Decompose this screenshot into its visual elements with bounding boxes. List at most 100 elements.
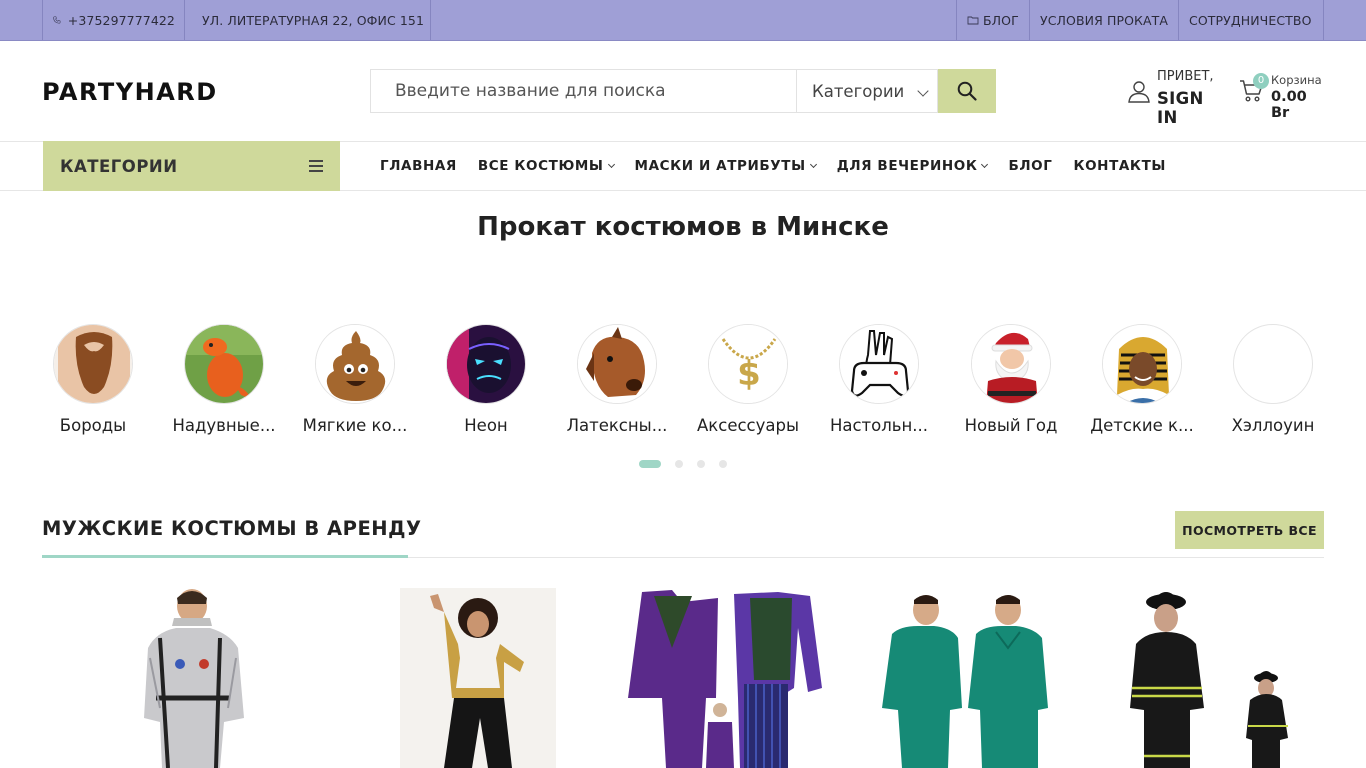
category-item-neon[interactable]: Неон bbox=[426, 324, 546, 435]
category-image bbox=[577, 324, 657, 404]
nav-item-label: ДЛЯ ВЕЧЕРИНОК bbox=[836, 158, 978, 174]
neon-mask-icon bbox=[447, 325, 525, 403]
horse-mask-icon bbox=[578, 325, 656, 403]
nav-item-label: ВСЕ КОСТЮМЫ bbox=[477, 158, 604, 174]
hamburger-icon bbox=[309, 160, 323, 172]
account-link[interactable]: ПРИВЕТ, SIGN IN bbox=[1127, 68, 1227, 127]
search-category-select[interactable]: Категории bbox=[796, 69, 938, 113]
dollar-chain-icon: $ bbox=[709, 325, 787, 403]
top-link-label: СОТРУДНИЧЕСТВО bbox=[1189, 12, 1312, 28]
nav-item-label: МАСКИ И АТРИБУТЫ bbox=[634, 158, 806, 174]
product-card-disco[interactable] bbox=[400, 588, 556, 768]
category-name: Хэллоуин bbox=[1231, 416, 1315, 435]
category-name: Мягкие ко... bbox=[302, 416, 408, 435]
search-category-value: Категории bbox=[812, 81, 905, 101]
top-link-blog[interactable]: БЛОГ bbox=[957, 0, 1030, 40]
astronaut-costume-image bbox=[144, 589, 244, 768]
category-name: Настольн... bbox=[829, 416, 929, 435]
category-name: Новый Год bbox=[964, 416, 1058, 435]
top-link-cooperation[interactable]: СОТРУДНИЧЕСТВО bbox=[1179, 0, 1324, 40]
categories-menu-button[interactable]: КАТЕГОРИИ bbox=[43, 141, 340, 191]
category-name: Аксессуары bbox=[697, 416, 799, 435]
page-title: Прокат костюмов в Минске bbox=[477, 212, 889, 242]
search-field bbox=[370, 69, 797, 113]
cart-link[interactable]: 0 Корзина 0.00 Br bbox=[1239, 70, 1329, 121]
santa-icon bbox=[972, 325, 1050, 403]
carousel-dot[interactable] bbox=[697, 460, 705, 468]
carousel-dot[interactable] bbox=[719, 460, 727, 468]
product-card-surgeon[interactable] bbox=[878, 588, 1052, 768]
top-link-rental-terms[interactable]: УСЛОВИЯ ПРОКАТА bbox=[1030, 0, 1179, 40]
divider bbox=[1323, 0, 1324, 40]
product-card-astronaut[interactable] bbox=[120, 588, 270, 768]
user-icon bbox=[1128, 81, 1150, 103]
category-item-beards[interactable]: Бороды bbox=[33, 324, 153, 435]
category-item-latex[interactable]: Латексны... bbox=[557, 324, 677, 435]
beard-icon bbox=[54, 325, 132, 403]
folder-icon bbox=[967, 16, 979, 25]
view-all-button[interactable]: ПОСМОТРЕТЬ ВСЕ bbox=[1175, 511, 1324, 549]
category-name: Надувные... bbox=[172, 416, 276, 435]
category-item-new-year[interactable]: Новый Год bbox=[951, 324, 1071, 435]
disco-costume-image bbox=[400, 588, 556, 768]
cart-label: Корзина bbox=[1271, 73, 1322, 87]
carousel-dot-active[interactable] bbox=[639, 460, 661, 468]
category-item-halloween[interactable]: Хэллоуин bbox=[1213, 324, 1333, 435]
category-item-accessories[interactable]: $ Аксессуары bbox=[688, 324, 808, 435]
search-button[interactable] bbox=[938, 69, 996, 113]
search-input[interactable] bbox=[371, 70, 797, 112]
phone-text: +375297777422 bbox=[67, 12, 175, 28]
section-title-underline bbox=[42, 555, 408, 558]
category-name: Бороды bbox=[59, 416, 127, 435]
top-link-label: УСЛОВИЯ ПРОКАТА bbox=[1040, 12, 1169, 28]
category-image bbox=[315, 324, 395, 404]
product-card-firefighter[interactable] bbox=[1124, 588, 1314, 768]
account-greeting: ПРИВЕТ, bbox=[1157, 69, 1214, 84]
carousel-dot[interactable] bbox=[675, 460, 683, 468]
surgeon-gown-costume-image bbox=[882, 595, 1048, 768]
nav-item-all-costumes[interactable]: ВСЕ КОСТЮМЫ bbox=[477, 158, 615, 174]
phone-link[interactable]: +375297777422 bbox=[43, 0, 185, 40]
search-icon bbox=[957, 81, 977, 101]
category-image bbox=[1233, 324, 1313, 404]
category-image bbox=[1102, 324, 1182, 404]
category-item-inflatable[interactable]: Надувные... bbox=[164, 324, 284, 435]
category-image bbox=[971, 324, 1051, 404]
category-name: Латексны... bbox=[566, 416, 668, 435]
nav-item-home[interactable]: ГЛАВНАЯ bbox=[380, 158, 457, 174]
site-logo[interactable]: PARTYHARD bbox=[42, 78, 218, 106]
address-link[interactable]: УЛ. ЛИТЕРАТУРНАЯ 22, ОФИС 151 bbox=[185, 0, 431, 40]
nav-item-label: КОНТАКТЫ bbox=[1073, 158, 1166, 174]
inflatable-dino-icon bbox=[185, 325, 263, 403]
firefighter-costume-image bbox=[1130, 592, 1288, 768]
category-image bbox=[839, 324, 919, 404]
gamepad-hand-icon bbox=[840, 325, 918, 403]
nav-item-label: ГЛАВНАЯ bbox=[380, 158, 457, 174]
chevron-down-icon bbox=[981, 160, 989, 169]
category-image bbox=[184, 324, 264, 404]
nav-item-party[interactable]: ДЛЯ ВЕЧЕРИНОК bbox=[836, 158, 989, 174]
poop-costume-icon bbox=[316, 325, 394, 403]
product-card-joker[interactable] bbox=[622, 588, 824, 768]
category-item-board-games[interactable]: Настольн... bbox=[819, 324, 939, 435]
category-name: Детские к... bbox=[1090, 416, 1194, 435]
category-image bbox=[53, 324, 133, 404]
cart-total: 0.00 Br bbox=[1271, 89, 1307, 121]
main-nav: ГЛАВНАЯ ВСЕ КОСТЮМЫ МАСКИ И АТРИБУТЫ ДЛЯ… bbox=[380, 141, 1187, 191]
nav-item-contacts[interactable]: КОНТАКТЫ bbox=[1073, 158, 1166, 174]
top-link-label: БЛОГ bbox=[983, 12, 1019, 28]
category-name: Неон bbox=[464, 416, 508, 435]
chevron-down-icon bbox=[809, 160, 817, 169]
svg-text:$: $ bbox=[737, 354, 761, 394]
joker-costume-image bbox=[628, 590, 822, 768]
nav-item-masks[interactable]: МАСКИ И АТРИБУТЫ bbox=[634, 158, 817, 174]
category-image bbox=[446, 324, 526, 404]
nav-item-blog[interactable]: БЛОГ bbox=[1008, 158, 1052, 174]
chevron-down-icon bbox=[917, 85, 929, 97]
nav-item-label: БЛОГ bbox=[1008, 158, 1053, 174]
category-item-kids[interactable]: Детские к... bbox=[1082, 324, 1202, 435]
pharaoh-kid-icon bbox=[1103, 325, 1181, 403]
category-item-soft-costumes[interactable]: Мягкие ко... bbox=[295, 324, 415, 435]
top-bar: +375297777422 УЛ. ЛИТЕРАТУРНАЯ 22, ОФИС … bbox=[0, 0, 1366, 41]
section-title: МУЖСКИЕ КОСТЮМЫ В АРЕНДУ bbox=[42, 517, 422, 540]
